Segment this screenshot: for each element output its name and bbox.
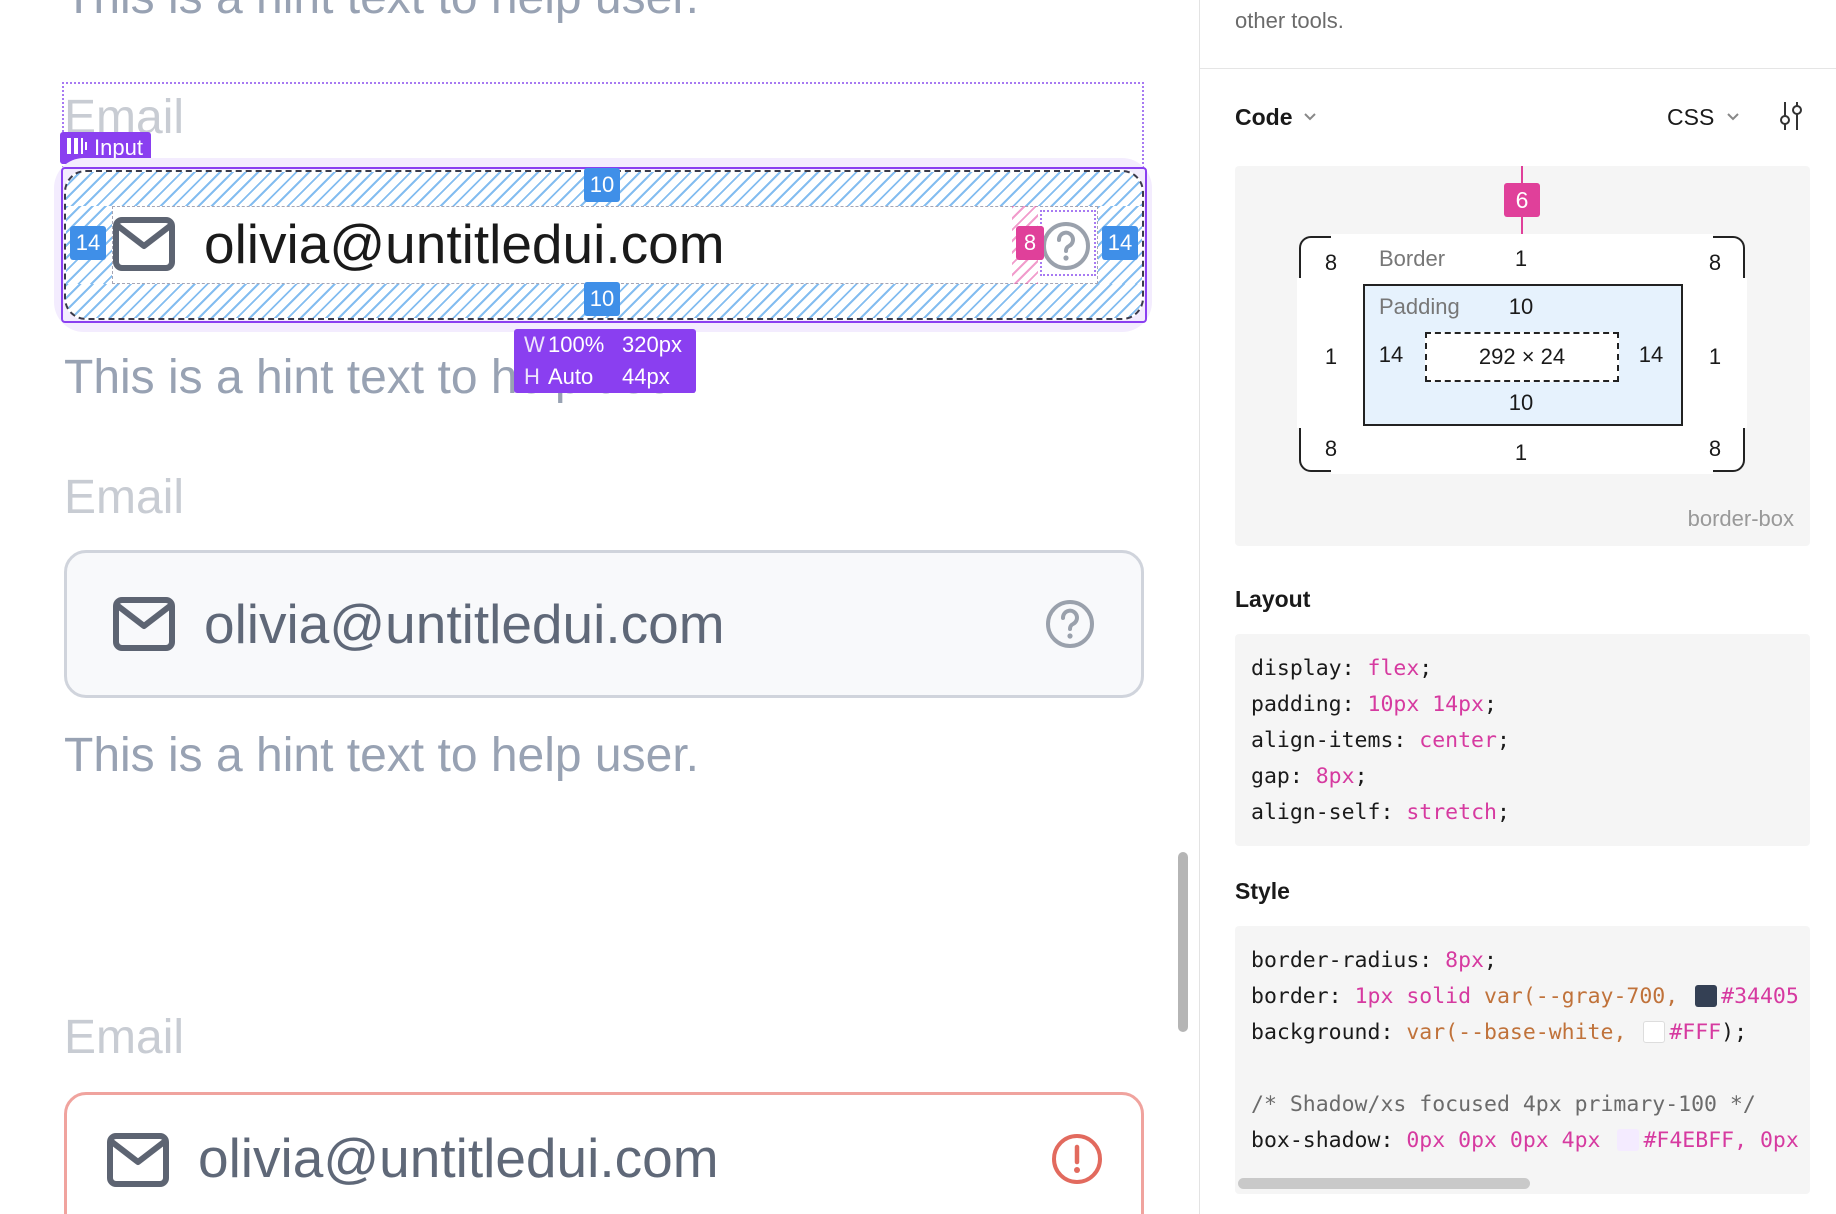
padding-top: 10 <box>1508 294 1534 319</box>
help-circle-icon[interactable] <box>1044 598 1096 650</box>
mail-icon <box>106 1132 170 1188</box>
style-line-comment: /* Shadow/xs focused 4px primary-100 */ <box>1251 1092 1756 1117</box>
code-section-toggle[interactable]: Code <box>1235 104 1317 131</box>
chevron-down-icon <box>1303 109 1317 127</box>
border-label: Border <box>1379 246 1446 271</box>
layout-line-4: align-self: stretch; <box>1251 800 1510 825</box>
padding-bottom-badge: 10 <box>584 282 620 316</box>
style-line-radius: border-radius: 8px; <box>1251 948 1497 973</box>
border-right: 1 <box>1708 344 1722 369</box>
component-icon <box>66 136 88 161</box>
padding-bottom: 10 <box>1508 390 1534 415</box>
code-horizontal-scrollbar[interactable] <box>1238 1178 1530 1189</box>
layout-line-1: padding: 10px 14px; <box>1251 692 1497 717</box>
gap-badge: 8 <box>1016 226 1044 260</box>
content-size-box: 292 × 24 <box>1425 332 1619 382</box>
style-line-border: border: 1px solid var(--gray-700, #34405 <box>1251 984 1799 1009</box>
email-label-3: Email <box>64 1011 185 1064</box>
radius-br: 8 <box>1708 436 1722 461</box>
color-swatch-white <box>1643 1021 1666 1043</box>
mail-icon <box>112 216 176 272</box>
border-top: 1 <box>1514 246 1528 271</box>
color-swatch-gray <box>1695 985 1718 1007</box>
layout-line-2: align-items: center; <box>1251 728 1510 753</box>
padding-left-badge: 14 <box>70 226 106 260</box>
mail-icon <box>112 596 176 652</box>
border-bottom: 1 <box>1514 440 1528 465</box>
margin-top-badge: 6 <box>1504 183 1540 217</box>
layout-section-title: Layout <box>1235 586 1311 612</box>
style-line-shadow: box-shadow: 0px 0px 0px 4px #F4EBFF, 0px <box>1251 1128 1799 1153</box>
email-input-value: olivia@untitledui.com <box>204 213 725 275</box>
language-value: CSS <box>1667 104 1715 130</box>
code-section-title: Code <box>1235 104 1293 130</box>
radius-tr: 8 <box>1708 250 1722 275</box>
padding-top-badge: 10 <box>584 168 620 202</box>
layout-code-block[interactable]: display: flex; padding: 10px 14px; align… <box>1235 634 1810 846</box>
radius-bl: 8 <box>1324 436 1338 461</box>
style-section-title: Style <box>1235 878 1290 904</box>
alert-circle-icon <box>1050 1132 1104 1191</box>
padding-left: 14 <box>1378 342 1404 367</box>
padding-right: 14 <box>1638 342 1664 367</box>
component-selection-outline <box>62 82 1144 168</box>
box-sizing-label: border-box <box>1687 506 1794 531</box>
content-size: 292 × 24 <box>1478 344 1566 369</box>
border-left: 1 <box>1324 344 1338 369</box>
hint-text-2: This is a hint text to help user. <box>64 729 699 782</box>
email-input-3-value: olivia@untitledui.com <box>198 1127 719 1189</box>
email-input-2-value: olivia@untitledui.com <box>204 593 725 655</box>
help-circle-icon[interactable] <box>1040 220 1092 272</box>
chevron-down-icon <box>1726 109 1740 127</box>
layout-line-0: display: flex; <box>1251 656 1433 681</box>
design-canvas[interactable]: This is a hint text to help user. Email … <box>0 0 1199 1214</box>
sliders-icon[interactable] <box>1776 100 1806 137</box>
style-line-background: background: var(--base-white, #FFF); <box>1251 1020 1748 1045</box>
box-model-diagram: 6 Border 8 1 8 1 1 8 1 8 Padding 10 14 1… <box>1235 166 1810 546</box>
language-select[interactable]: CSS <box>1667 104 1740 131</box>
padding-right-badge: 14 <box>1102 226 1138 260</box>
panel-top-text: other tools. <box>1235 8 1344 33</box>
canvas-vertical-scrollbar[interactable] <box>1178 852 1188 1032</box>
radius-tl: 8 <box>1324 250 1338 275</box>
padding-label: Padding <box>1379 294 1460 319</box>
panel-divider <box>1200 68 1836 69</box>
inspect-panel: other tools. Code CSS 6 Border 8 1 8 1 1… <box>1199 0 1836 1214</box>
size-tooltip: W 100% 320px H Auto 44px <box>514 329 696 393</box>
hint-text-top: This is a hint text to help user. <box>64 0 699 25</box>
layout-line-3: gap: 8px; <box>1251 764 1368 789</box>
email-label-2: Email <box>64 471 185 524</box>
style-code-block[interactable]: border-radius: 8px; border: 1px solid va… <box>1235 926 1810 1194</box>
color-swatch-lavender <box>1617 1129 1640 1151</box>
